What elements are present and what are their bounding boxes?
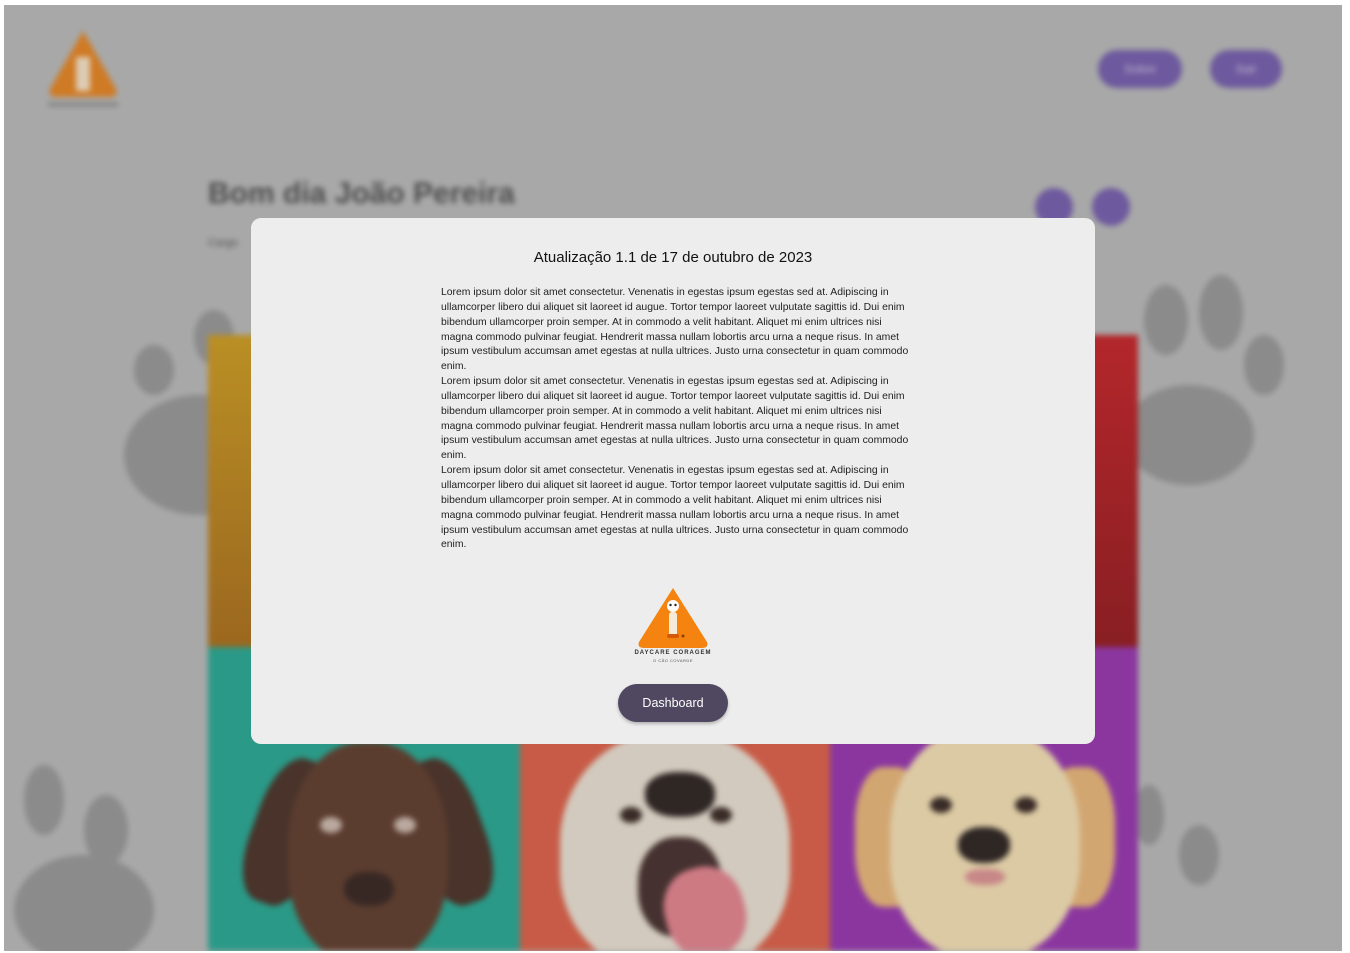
- logo-tagline: O CÃO COVARDE: [653, 658, 693, 663]
- dog-triangle-logo-icon: [638, 588, 708, 648]
- modal-paragraph: Lorem ipsum dolor sit amet consectetur. …: [441, 465, 909, 551]
- update-modal: Atualização 1.1 de 17 de outubro de 2023…: [251, 218, 1095, 744]
- modal-body: Lorem ipsum dolor sit amet consectetur. …: [441, 286, 911, 553]
- logo-name: DAYCARE CORAGEM: [634, 650, 712, 656]
- modal-paragraph: Lorem ipsum dolor sit amet consectetur. …: [441, 287, 909, 373]
- modal-title: Atualização 1.1 de 17 de outubro de 2023: [533, 249, 813, 266]
- modal-paragraph: Lorem ipsum dolor sit amet consectetur. …: [441, 376, 909, 462]
- daycare-logo: DAYCARE CORAGEM O CÃO COVARDE: [627, 586, 719, 664]
- dashboard-button[interactable]: Dashboard: [618, 684, 728, 722]
